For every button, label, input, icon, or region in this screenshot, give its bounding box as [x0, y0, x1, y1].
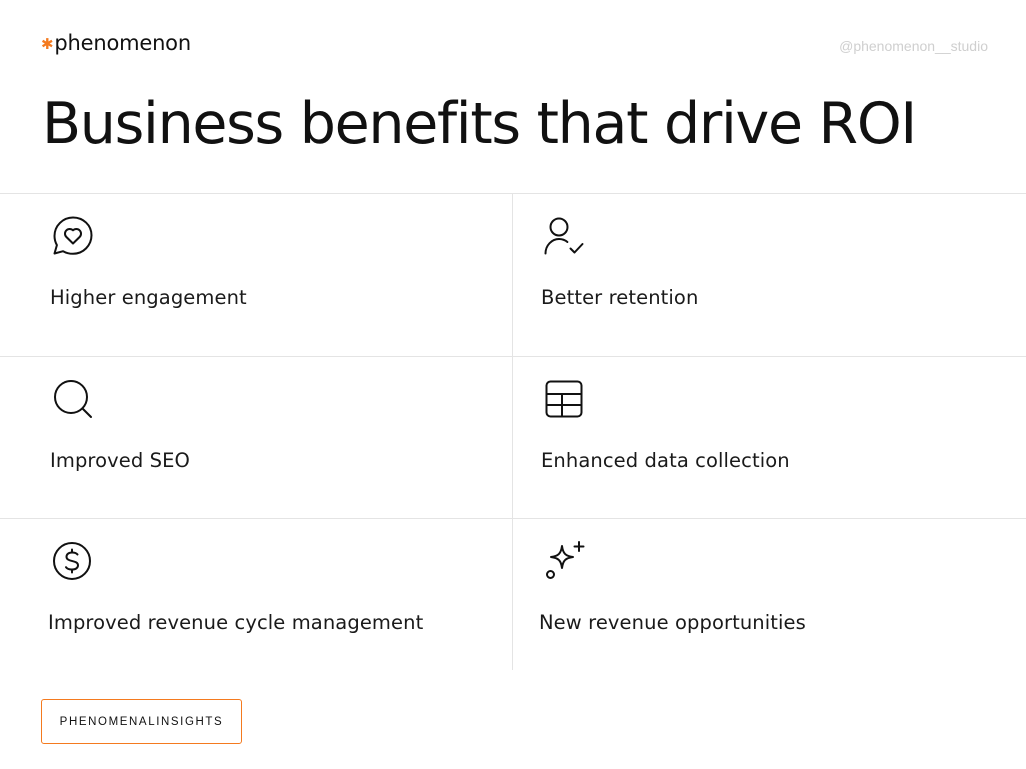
benefit-enhanced-data-collection: Enhanced data collection [513, 357, 1026, 519]
heart-chat-icon [53, 216, 93, 255]
table-grid-icon [545, 380, 583, 418]
user-check-icon [544, 217, 584, 255]
benefit-revenue-cycle-management: Improved revenue cycle management [0, 519, 513, 670]
benefit-label: Enhanced data collection [541, 449, 790, 472]
dollar-circle-icon [53, 542, 91, 580]
asterisk-icon: ✱ [41, 35, 54, 53]
benefit-label: Improved SEO [50, 449, 191, 472]
benefit-label: Better retention [541, 286, 699, 309]
page-title: Business benefits that drive ROI [42, 91, 917, 157]
brand-name: phenomenon [54, 31, 191, 55]
insights-tag: PHENOMENALINSIGHTS [41, 699, 242, 744]
benefit-label: Improved revenue cycle management [48, 611, 424, 634]
benefit-new-revenue-opportunities: New revenue opportunities [513, 519, 1026, 670]
sparkles-icon [546, 541, 585, 579]
benefit-label: Higher engagement [50, 286, 247, 309]
benefit-better-retention: Better retention [513, 194, 1026, 357]
benefits-grid: Higher engagement Better retention Impro… [0, 193, 1026, 670]
brand-logo: ✱ phenomenon [41, 30, 191, 56]
search-icon [54, 380, 92, 418]
benefit-higher-engagement: Higher engagement [0, 194, 513, 357]
benefit-label: New revenue opportunities [539, 611, 806, 634]
social-handle: @phenomenon__studio [839, 38, 988, 54]
benefit-improved-seo: Improved SEO [0, 357, 513, 519]
